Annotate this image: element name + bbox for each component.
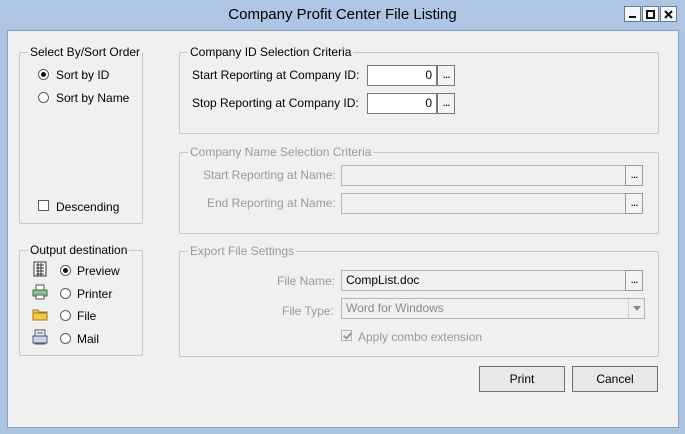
chevron-down-icon[interactable] <box>628 299 644 318</box>
output-destination-group-label: Output destination <box>28 243 130 257</box>
printer-radio[interactable] <box>60 288 71 299</box>
start-company-id-lookup-button[interactable]: ... <box>437 65 455 86</box>
dialog-window: Company Profit Center File Listing Selec… <box>0 0 685 434</box>
stop-company-id-label: Stop Reporting at Company ID: <box>192 96 359 110</box>
maximize-icon[interactable] <box>642 6 659 22</box>
sort-order-group: Select By/Sort Order Sort by ID Sort by … <box>19 45 143 224</box>
preview-radio[interactable] <box>60 265 71 276</box>
mail-radio[interactable] <box>60 333 71 344</box>
apply-combo-extension-checkbox[interactable] <box>341 330 352 341</box>
end-name-field[interactable] <box>341 193 627 214</box>
stop-company-id-lookup-button[interactable]: ... <box>437 93 455 114</box>
print-button[interactable]: Print <box>479 366 565 392</box>
output-destination-group: Output destination Preview Printer File … <box>19 243 143 356</box>
cancel-button[interactable]: Cancel <box>572 366 658 392</box>
file-radio[interactable] <box>60 310 71 321</box>
descending-checkbox[interactable] <box>38 200 49 211</box>
file-type-label: File Type: <box>282 304 334 318</box>
mail-icon <box>32 329 48 345</box>
printer-icon <box>32 284 48 300</box>
export-file-settings-group: Export File Settings File Name: CompList… <box>179 244 659 357</box>
preview-icon <box>32 261 48 277</box>
sort-by-id-radio[interactable] <box>38 69 49 80</box>
file-type-value: Word for Windows <box>346 301 444 315</box>
file-name-browse-button[interactable]: ... <box>625 270 643 291</box>
minimize-icon[interactable] <box>624 6 641 22</box>
stop-company-id-field[interactable]: 0 <box>367 93 437 114</box>
start-company-id-field[interactable]: 0 <box>367 65 437 86</box>
company-id-criteria-group-label: Company ID Selection Criteria <box>188 45 354 59</box>
start-name-lookup-button[interactable]: ... <box>625 165 643 186</box>
printer-label[interactable]: Printer <box>77 287 112 301</box>
sort-by-name-label[interactable]: Sort by Name <box>56 91 129 105</box>
sort-order-group-label: Select By/Sort Order <box>28 45 143 59</box>
close-icon[interactable] <box>660 6 677 22</box>
export-file-settings-group-label: Export File Settings <box>188 244 297 258</box>
dialog-body: Select By/Sort Order Sort by ID Sort by … <box>7 30 679 428</box>
sort-by-id-label[interactable]: Sort by ID <box>56 68 109 82</box>
company-name-criteria-group: Company Name Selection Criteria Start Re… <box>179 145 659 234</box>
window-title: Company Profit Center File Listing <box>228 6 457 23</box>
preview-label[interactable]: Preview <box>77 264 120 278</box>
sort-by-name-radio[interactable] <box>38 92 49 103</box>
folder-icon <box>32 306 48 322</box>
file-label[interactable]: File <box>77 309 96 323</box>
title-bar[interactable]: Company Profit Center File Listing <box>0 0 685 30</box>
descending-label[interactable]: Descending <box>56 200 119 214</box>
company-name-criteria-group-label: Company Name Selection Criteria <box>188 145 374 159</box>
start-name-label: Start Reporting at Name: <box>203 168 336 182</box>
start-company-id-label: Start Reporting at Company ID: <box>192 68 360 82</box>
company-id-criteria-group: Company ID Selection Criteria Start Repo… <box>179 45 659 134</box>
file-type-select[interactable]: Word for Windows <box>341 298 645 319</box>
mail-label[interactable]: Mail <box>77 332 99 346</box>
apply-combo-extension-label[interactable]: Apply combo extension <box>358 330 482 344</box>
file-name-label: File Name: <box>277 274 336 288</box>
file-name-field[interactable]: CompList.doc <box>341 270 627 291</box>
end-name-label: End Reporting at Name: <box>207 196 336 210</box>
end-name-lookup-button[interactable]: ... <box>625 193 643 214</box>
start-name-field[interactable] <box>341 165 627 186</box>
